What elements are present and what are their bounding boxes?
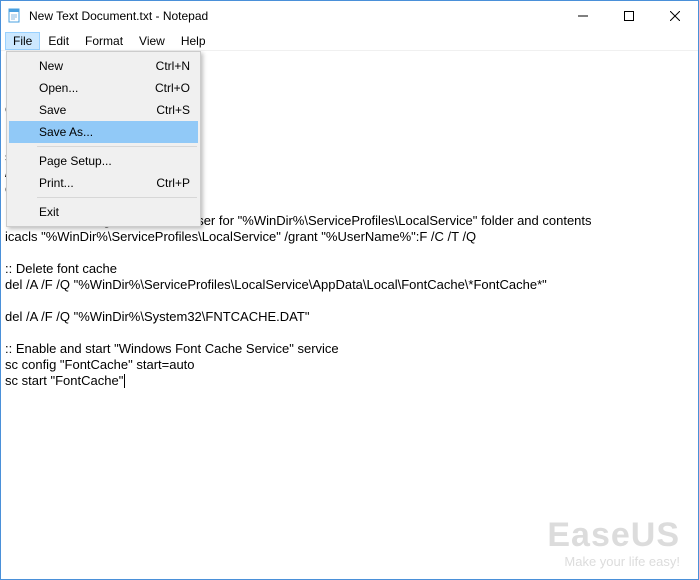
notepad-icon	[7, 8, 23, 24]
menu-separator	[37, 146, 197, 147]
menu-item-shortcut: Ctrl+S	[156, 103, 190, 117]
editor-line: del /A /F /Q "%WinDir%\ServiceProfiles\L…	[5, 277, 694, 293]
menu-item-label: Page Setup...	[39, 154, 190, 168]
text-cursor	[124, 374, 125, 388]
menu-bar: File Edit Format View Help	[1, 31, 698, 51]
maximize-button[interactable]	[606, 1, 652, 31]
menu-item-label: Save As...	[39, 125, 190, 139]
menu-item-label: Print...	[39, 176, 156, 190]
editor-line	[5, 245, 694, 261]
menu-edit[interactable]: Edit	[40, 32, 77, 50]
editor-line: sc start "FontCache"	[5, 373, 694, 389]
window-title: New Text Document.txt - Notepad	[29, 9, 560, 23]
menu-item-label: Save	[39, 103, 156, 117]
editor-line: sc config "FontCache" start=auto	[5, 357, 694, 373]
file-dropdown: NewCtrl+NOpen...Ctrl+OSaveCtrl+SSave As.…	[6, 51, 201, 227]
editor-line: icacls "%WinDir%\ServiceProfiles\LocalSe…	[5, 229, 694, 245]
editor-line: del /A /F /Q "%WinDir%\System32\FNTCACHE…	[5, 309, 694, 325]
menu-help[interactable]: Help	[173, 32, 214, 50]
editor-line	[5, 325, 694, 341]
close-button[interactable]	[652, 1, 698, 31]
editor-line: :: Delete font cache	[5, 261, 694, 277]
menu-file[interactable]: File	[5, 32, 40, 50]
menu-item-label: Exit	[39, 205, 190, 219]
menu-item-save-as[interactable]: Save As...	[9, 121, 198, 143]
menu-item-shortcut: Ctrl+N	[156, 59, 190, 73]
menu-item-print[interactable]: Print...Ctrl+P	[9, 172, 198, 194]
editor-line	[5, 293, 694, 309]
menu-item-new[interactable]: NewCtrl+N	[9, 55, 198, 77]
menu-separator	[37, 197, 197, 198]
menu-item-exit[interactable]: Exit	[9, 201, 198, 223]
menu-item-page-setup[interactable]: Page Setup...	[9, 150, 198, 172]
menu-item-shortcut: Ctrl+O	[155, 81, 190, 95]
menu-format[interactable]: Format	[77, 32, 131, 50]
window-controls	[560, 1, 698, 31]
menu-item-open[interactable]: Open...Ctrl+O	[9, 77, 198, 99]
menu-item-label: Open...	[39, 81, 155, 95]
menu-view[interactable]: View	[131, 32, 173, 50]
menu-item-shortcut: Ctrl+P	[156, 176, 190, 190]
editor-line: :: Enable and start "Windows Font Cache …	[5, 341, 694, 357]
menu-item-label: New	[39, 59, 156, 73]
menu-item-save[interactable]: SaveCtrl+S	[9, 99, 198, 121]
minimize-button[interactable]	[560, 1, 606, 31]
title-bar: New Text Document.txt - Notepad	[1, 1, 698, 31]
